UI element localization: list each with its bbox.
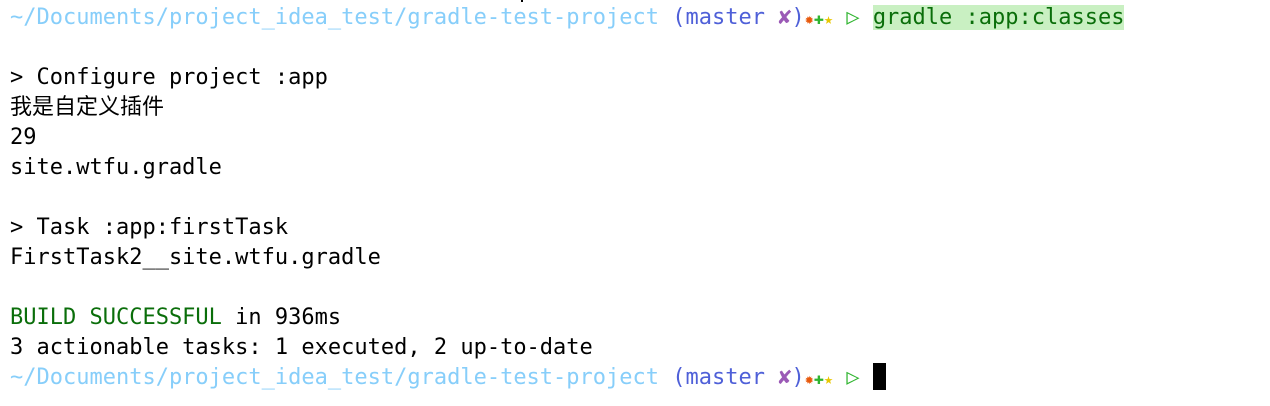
task-header: > Task :app:firstTask xyxy=(10,215,289,240)
package-name: site.wtfu.gradle xyxy=(10,155,222,180)
pixel-artifact xyxy=(521,0,523,2)
modified-star-icon: ✹ xyxy=(804,370,814,388)
git-dirty-icon: ✘ xyxy=(778,5,792,30)
prompt-open-paren: ( xyxy=(672,5,686,30)
prompt-arrow-icon: ▷ xyxy=(846,365,860,390)
prompt-line-1: ~/Documents/project_idea_test/gradle-tes… xyxy=(10,3,1125,33)
git-dirty-icon: ✘ xyxy=(778,365,792,390)
task-summary: 3 actionable tasks: 1 executed, 2 up-to-… xyxy=(10,335,593,360)
untracked-star-icon: ★ xyxy=(824,10,834,28)
build-result-line: BUILD SUCCESSFUL in 936ms xyxy=(10,303,341,333)
modified-star-icon: ✹ xyxy=(804,10,814,28)
prompt-open-paren: ( xyxy=(672,365,686,390)
build-status: BUILD SUCCESSFUL xyxy=(10,305,222,330)
configure-header: > Configure project :app xyxy=(10,65,328,90)
text-cursor[interactable] xyxy=(872,363,886,390)
prompt-close-paren: ) xyxy=(791,5,805,30)
git-branch: master xyxy=(685,5,765,30)
command-text: gradle :app:classes xyxy=(872,5,1125,30)
terminal-window[interactable]: ~/Documents/project_idea_test/gradle-tes… xyxy=(0,0,1270,406)
prompt-arrow-icon: ▷ xyxy=(846,5,860,30)
prompt-path: ~/Documents/project_idea_test/gradle-tes… xyxy=(10,365,660,390)
prompt-line-2[interactable]: ~/Documents/project_idea_test/gradle-tes… xyxy=(10,363,886,393)
sdk-number: 29 xyxy=(10,125,37,150)
plugin-message: 我是自定义插件 xyxy=(10,95,165,120)
prompt-path: ~/Documents/project_idea_test/gradle-tes… xyxy=(10,5,660,30)
added-plus-icon: ✚ xyxy=(813,9,825,29)
build-time: in 936ms xyxy=(221,305,342,330)
untracked-star-icon: ★ xyxy=(824,370,834,388)
task-output: FirstTask2__site.wtfu.gradle xyxy=(10,245,381,270)
added-plus-icon: ✚ xyxy=(813,369,825,389)
git-branch: master xyxy=(685,365,765,390)
prompt-close-paren: ) xyxy=(791,365,805,390)
